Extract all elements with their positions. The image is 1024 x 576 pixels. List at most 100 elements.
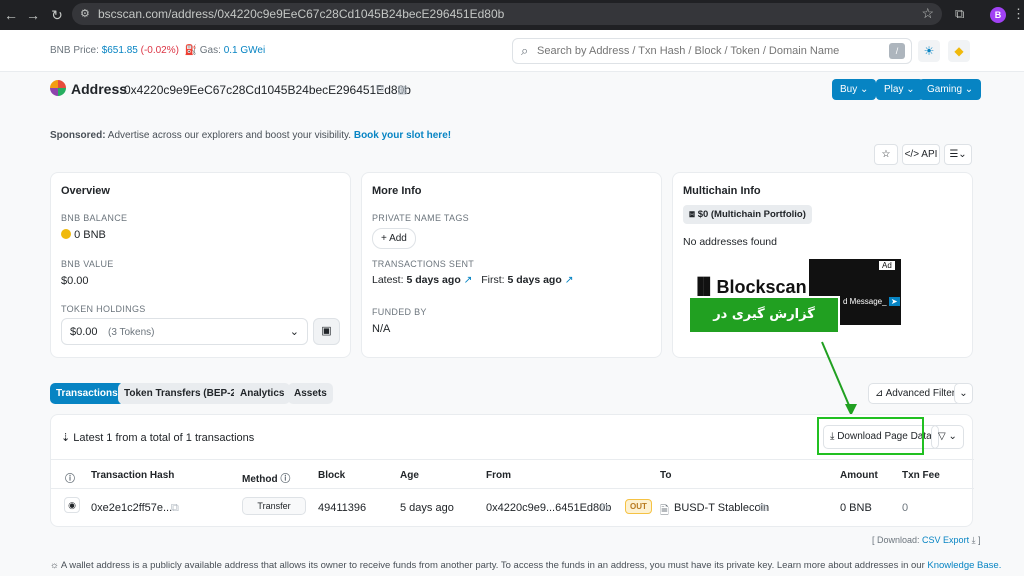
- download-icon: ⤓: [971, 535, 976, 545]
- tx-fee: 0: [902, 502, 909, 514]
- direction-badge: OUT: [625, 499, 652, 514]
- blockscan-logo: ▐▌Blockscan: [691, 277, 807, 297]
- no-addresses-text: No addresses found: [683, 236, 777, 248]
- gas-label: Gas:: [199, 45, 221, 56]
- help-icon[interactable]: ⓘ: [65, 470, 75, 485]
- play-dropdown-button[interactable]: Play ⌄: [876, 79, 923, 100]
- search-input[interactable]: [537, 45, 877, 57]
- block-link[interactable]: 49411396: [318, 502, 366, 514]
- tx-sent-label: TRANSACTIONS SENT: [372, 259, 475, 269]
- reload-icon[interactable]: ↻: [48, 6, 66, 24]
- page-title: Address: [71, 81, 128, 97]
- filter-icon: ▽: [938, 431, 946, 442]
- tx-sent-values: Latest: 5 days ago ↗ First: 5 days ago ↗: [372, 274, 574, 286]
- method-badge: Transfer: [242, 497, 306, 515]
- address-bar[interactable]: ⚙ bscscan.com/address/0x4220c9e9EeC67c28…: [72, 3, 942, 25]
- tab-analytics[interactable]: Analytics: [234, 383, 291, 404]
- download-highlight-box: [817, 417, 924, 455]
- bnb-price-label: BNB Price:: [50, 45, 99, 56]
- price-gas-line: BNB Price: $651.85 (-0.02%) ⛽ Gas: 0.1 G…: [50, 45, 265, 56]
- advanced-filter-button[interactable]: ⊿ Advanced Filter: [868, 383, 963, 404]
- table-summary: ⇣ Latest 1 from a total of 1 transaction…: [61, 432, 255, 444]
- col-txn-fee[interactable]: Txn Fee: [902, 470, 940, 481]
- site-info-icon[interactable]: ⚙: [80, 7, 90, 20]
- bookmark-star-icon[interactable]: ☆: [921, 5, 934, 22]
- col-to: To: [660, 470, 672, 481]
- more-info-card: More Info PRIVATE NAME TAGS + Add TRANSA…: [361, 172, 662, 358]
- favorite-star-button[interactable]: ☆: [874, 144, 898, 165]
- to-address-link[interactable]: BUSD-T Stablecoin: [674, 502, 769, 514]
- col-amount[interactable]: Amount: [840, 470, 878, 481]
- profile-avatar[interactable]: B: [990, 7, 1006, 23]
- copy-icon[interactable]: ⧉: [601, 502, 609, 515]
- extensions-icon[interactable]: ⧉: [955, 6, 964, 22]
- slash-shortcut-key: /: [889, 43, 905, 59]
- browser-toolbar: ← → ↻ ⚙ bscscan.com/address/0x4220c9e9Ee…: [0, 0, 1024, 30]
- api-button[interactable]: </> API: [902, 144, 940, 165]
- copy-icon[interactable]: ⧉: [759, 502, 767, 515]
- tx-hash-link[interactable]: 0xe2e1c2ff57e...: [91, 502, 172, 514]
- address-hash: 0x4220c9e9EeC67c28Cd1045B24becE296451Ed8…: [124, 83, 411, 97]
- eye-icon[interactable]: ◉: [64, 497, 80, 513]
- filter-button[interactable]: ▽ ⌄: [931, 425, 964, 449]
- gaming-dropdown-button[interactable]: Gaming ⌄: [919, 79, 982, 100]
- url-text[interactable]: bscscan.com/address/0x4220c9e9EeC67c28Cd…: [98, 7, 504, 21]
- private-tags-label: PRIVATE NAME TAGS: [372, 213, 469, 223]
- bnb-network-icon[interactable]: ◆: [948, 40, 970, 62]
- theme-toggle-icon[interactable]: ☀: [918, 40, 940, 62]
- contract-icon: 🗎: [660, 505, 669, 517]
- col-block: Block: [318, 470, 346, 481]
- annotation-arrow: [821, 341, 857, 416]
- gas-value[interactable]: 0.1 GWei: [224, 45, 266, 56]
- ad-label: Ad: [879, 261, 895, 270]
- token-holdings-dropdown[interactable]: $0.00 (3 Tokens) ⌄: [61, 318, 308, 345]
- wallet-icon[interactable]: ▣: [313, 318, 340, 345]
- token-holdings-label: TOKEN HOLDINGS: [61, 304, 146, 314]
- col-age[interactable]: Age: [400, 470, 419, 481]
- bnb-value-label: BNB VALUE: [61, 259, 114, 269]
- col-from: From: [486, 470, 511, 481]
- funded-by-label: FUNDED BY: [372, 307, 427, 317]
- bnb-value: $0.00: [61, 275, 89, 287]
- copy-icon[interactable]: ⧉: [171, 502, 179, 515]
- tab-transactions[interactable]: Transactions: [50, 383, 124, 404]
- search-icon: ⌕: [521, 43, 529, 58]
- qr-code-icon[interactable]: ▦: [397, 83, 407, 96]
- info-icon: ⓘ: [280, 474, 291, 485]
- book-slot-link[interactable]: Book your slot here!: [354, 130, 451, 141]
- back-icon[interactable]: ←: [2, 6, 20, 24]
- sponsored-banner: Sponsored: Advertise across our explorer…: [50, 130, 451, 141]
- more-options-button[interactable]: ☰⌄: [944, 144, 972, 165]
- site-header: BNB Price: $651.85 (-0.02%) ⛽ Gas: 0.1 G…: [0, 30, 1024, 72]
- from-address[interactable]: 0x4220c9e9...6451Ed80b: [486, 502, 611, 514]
- tab-token-transfers[interactable]: Token Transfers (BEP-20): [118, 383, 251, 404]
- forward-icon[interactable]: →: [24, 6, 42, 24]
- overview-title: Overview: [61, 185, 110, 197]
- add-tag-button[interactable]: + Add: [372, 228, 416, 249]
- overview-card: Overview BNB BALANCE 0 BNB BNB VALUE $0.…: [50, 172, 351, 358]
- tab-assets[interactable]: Assets: [288, 383, 333, 404]
- tx-amount: 0 BNB: [840, 502, 872, 514]
- footer-note: ☼ A wallet address is a publicly availab…: [50, 560, 1002, 571]
- knowledge-base-link[interactable]: Knowledge Base.: [927, 560, 1001, 571]
- col-method: Method ⓘ: [242, 474, 291, 485]
- bnb-price[interactable]: $651.85: [102, 45, 138, 56]
- multichain-title: Multichain Info: [683, 185, 761, 197]
- bnb-coin-icon: [61, 229, 71, 239]
- annotation-label: گزارش گیری در مرورگر: [688, 296, 840, 356]
- copy-icon[interactable]: ⧉: [376, 83, 384, 96]
- latest-tx-link[interactable]: 5 days ago: [406, 274, 460, 286]
- first-tx-link[interactable]: 5 days ago: [507, 274, 561, 286]
- ad-message: d Message_ ➤: [843, 297, 900, 306]
- chevron-down-icon: ⌄: [289, 326, 299, 338]
- buy-dropdown-button[interactable]: Buy ⌄: [832, 79, 877, 100]
- advanced-filter-dropdown-icon[interactable]: ⌄: [954, 383, 973, 404]
- multichain-portfolio-badge[interactable]: ⧈ $0 (Multichain Portfolio): [683, 205, 812, 224]
- bnb-balance: 0 BNB: [61, 229, 106, 241]
- csv-export-link[interactable]: CSV Export: [922, 535, 969, 545]
- search-box[interactable]: ⌕ /: [512, 38, 912, 64]
- sponsored-text: Advertise across our explorers and boost…: [107, 130, 352, 141]
- browser-menu-icon[interactable]: ⋮: [1012, 6, 1024, 22]
- bnb-balance-label: BNB BALANCE: [61, 213, 128, 223]
- sort-icon: ⇣: [61, 432, 71, 444]
